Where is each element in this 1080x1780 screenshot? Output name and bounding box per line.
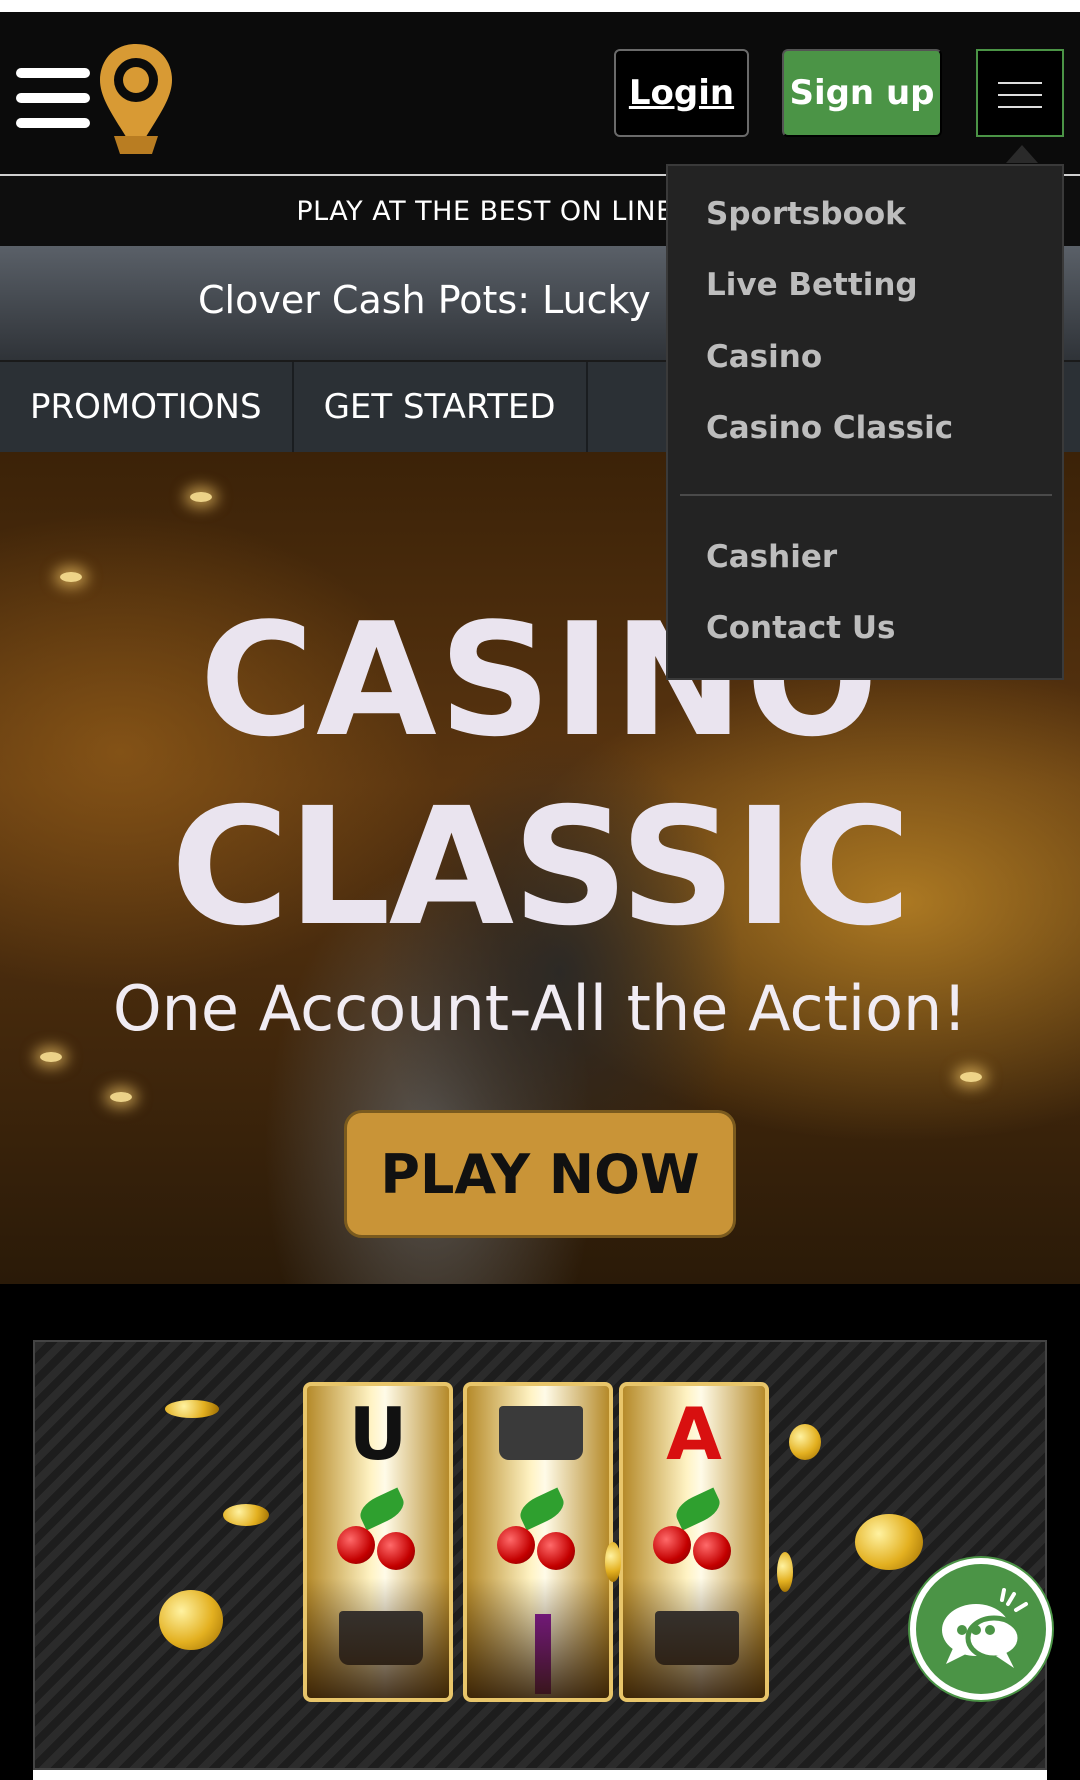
hero-title-line2: CLASSIC bbox=[170, 774, 912, 962]
dropdown-menu: Sportsbook Live Betting Casino Casino Cl… bbox=[666, 164, 1064, 680]
hero-subtitle: One Account-All the Action! bbox=[112, 972, 968, 1045]
section-gap bbox=[0, 1284, 1080, 1340]
subnav-get-started[interactable]: GET STARTED bbox=[294, 362, 588, 452]
menu-item-sportsbook[interactable]: Sportsbook bbox=[706, 196, 906, 232]
gold-coin bbox=[165, 1400, 219, 1418]
menu-item-contact-us[interactable]: Contact Us bbox=[706, 610, 895, 646]
ticker-text: Clover Cash Pots: Lucky Fli bbox=[198, 278, 706, 322]
slot-reel: A bbox=[619, 1382, 769, 1702]
menu-item-live-betting[interactable]: Live Betting bbox=[706, 267, 918, 303]
subnav-promotions[interactable]: PROMOTIONS bbox=[0, 362, 294, 452]
menu-item-cashier[interactable]: Cashier bbox=[706, 539, 837, 575]
menu-item-casino-classic[interactable]: Casino Classic bbox=[706, 410, 953, 446]
signup-button[interactable]: Sign up bbox=[782, 49, 942, 137]
hamburger-icon bbox=[998, 82, 1042, 84]
gold-coin bbox=[159, 1590, 223, 1650]
site-header: Login Sign up bbox=[0, 12, 1080, 176]
slot-machine-banner[interactable]: U A bbox=[33, 1340, 1047, 1770]
dropdown-caret bbox=[1006, 145, 1038, 163]
gold-coin bbox=[223, 1504, 269, 1526]
slot-reel bbox=[463, 1382, 613, 1702]
menu-divider bbox=[680, 494, 1052, 496]
gold-coin bbox=[789, 1424, 821, 1460]
slot-reel: U bbox=[303, 1382, 453, 1702]
location-pin-logo-icon[interactable] bbox=[94, 40, 178, 158]
menu-item-casino[interactable]: Casino bbox=[706, 339, 822, 375]
top-status-line bbox=[0, 0, 1080, 12]
card-bottom-strip bbox=[33, 1770, 1047, 1780]
login-button[interactable]: Login bbox=[614, 49, 749, 137]
gold-coin bbox=[777, 1552, 793, 1592]
chat-bubbles-icon bbox=[942, 1588, 1028, 1668]
tagline-text: PLAY AT THE BEST ON LINE bbox=[296, 195, 674, 227]
main-menu-icon[interactable] bbox=[16, 64, 90, 132]
play-now-button[interactable]: PLAY NOW bbox=[344, 1110, 736, 1238]
dropdown-toggle-button[interactable] bbox=[976, 49, 1064, 137]
gold-coin bbox=[855, 1514, 923, 1570]
chat-button[interactable] bbox=[910, 1558, 1052, 1700]
gold-coin bbox=[605, 1542, 621, 1582]
